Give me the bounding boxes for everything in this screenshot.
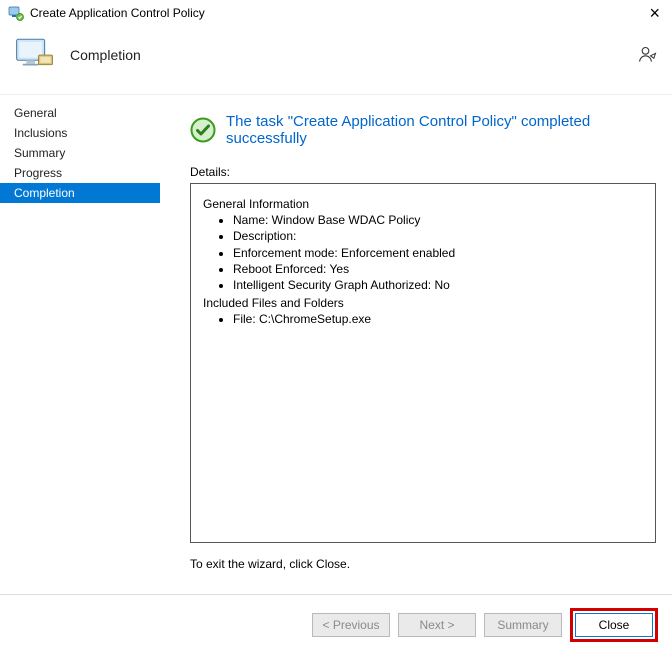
details-name: Name: Window Base WDAC Policy bbox=[233, 212, 643, 228]
wizard-header: Completion bbox=[0, 24, 672, 95]
titlebar: Create Application Control Policy × bbox=[0, 0, 672, 24]
summary-button: Summary bbox=[484, 613, 562, 637]
wizard-content: The task "Create Application Control Pol… bbox=[160, 95, 672, 595]
success-message: The task "Create Application Control Pol… bbox=[226, 113, 656, 147]
window-title: Create Application Control Policy bbox=[30, 6, 205, 20]
details-heading-general: General Information bbox=[203, 196, 643, 212]
sidebar-item-progress[interactable]: Progress bbox=[0, 163, 160, 183]
details-box: General Information Name: Window Base WD… bbox=[190, 183, 656, 543]
details-reboot: Reboot Enforced: Yes bbox=[233, 261, 643, 277]
user-feedback-icon[interactable] bbox=[638, 45, 658, 65]
close-button[interactable]: Close bbox=[575, 613, 653, 637]
success-check-icon bbox=[190, 117, 216, 143]
page-title: Completion bbox=[70, 47, 141, 63]
close-button-highlight: Close bbox=[570, 608, 658, 642]
previous-button: < Previous bbox=[312, 613, 390, 637]
next-button: Next > bbox=[398, 613, 476, 637]
window-close-button[interactable]: × bbox=[645, 6, 664, 20]
details-file: File: C:\ChromeSetup.exe bbox=[233, 311, 643, 327]
wizard-sidebar: General Inclusions Summary Progress Comp… bbox=[0, 95, 160, 595]
details-isg: Intelligent Security Graph Authorized: N… bbox=[233, 277, 643, 293]
details-description: Description: bbox=[233, 228, 643, 244]
sidebar-item-completion[interactable]: Completion bbox=[0, 183, 160, 203]
details-label: Details: bbox=[190, 165, 656, 179]
sidebar-item-summary[interactable]: Summary bbox=[0, 143, 160, 163]
sidebar-item-inclusions[interactable]: Inclusions bbox=[0, 123, 160, 143]
details-enforcement: Enforcement mode: Enforcement enabled bbox=[233, 245, 643, 261]
wizard-footer: < Previous Next > Summary Close bbox=[0, 594, 672, 654]
app-icon bbox=[8, 5, 24, 21]
exit-hint: To exit the wizard, click Close. bbox=[190, 557, 656, 571]
sidebar-item-general[interactable]: General bbox=[0, 103, 160, 123]
details-heading-included: Included Files and Folders bbox=[203, 295, 643, 311]
success-row: The task "Create Application Control Pol… bbox=[190, 113, 656, 147]
monitor-icon bbox=[14, 34, 56, 76]
